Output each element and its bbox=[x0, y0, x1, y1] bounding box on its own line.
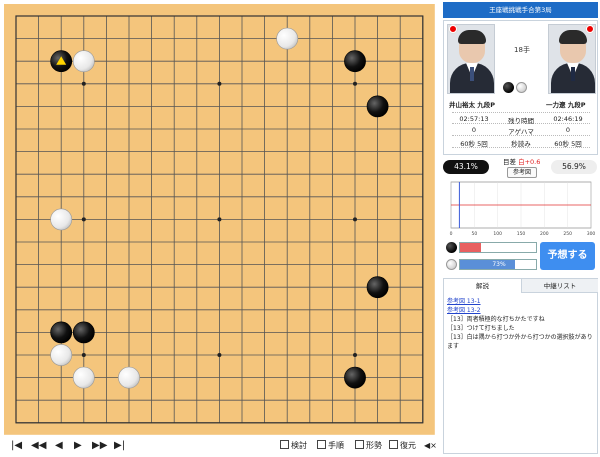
star-point bbox=[353, 217, 357, 222]
star-point bbox=[353, 353, 357, 357]
star-point bbox=[217, 81, 222, 86]
black-winrate: 43.1% bbox=[443, 160, 489, 174]
white-player-name: 一力遼 九段P bbox=[546, 101, 586, 109]
moku-difference: 目差 白+0.6 bbox=[503, 156, 540, 166]
tab-relay-list[interactable]: 中継リスト bbox=[521, 279, 598, 293]
black-stone-icon bbox=[503, 82, 514, 93]
prediction-section: 27% 73% 予想する bbox=[443, 240, 598, 276]
moku-value: 白+0.6 bbox=[518, 158, 541, 166]
graph-tick-label: 0 bbox=[450, 231, 453, 237]
review-toggle[interactable]: 検討 bbox=[280, 440, 307, 452]
players-box: 18手 井山裕太 九段P 一力遼 九段P 02:57:13 残り時間 02:46… bbox=[443, 20, 598, 155]
white-stone[interactable] bbox=[72, 366, 95, 389]
playback-controls: |◀ ◀◀ ◀ ▶ ▶▶ ▶| 検討 手順 形勢 復元 ◀× bbox=[0, 436, 440, 457]
black-stone[interactable] bbox=[50, 321, 73, 344]
agehama-label: アゲハマ bbox=[508, 128, 534, 136]
app-root: |◀ ◀◀ ◀ ▶ ▶▶ ▶| 検討 手順 形勢 復元 ◀× 王座戦挑戦手合第3… bbox=[0, 0, 600, 457]
last-move-button[interactable]: ▶| bbox=[114, 440, 125, 452]
comment-line: ［13］両者積極的な打ちかたですね bbox=[447, 316, 545, 323]
white-winrate: 56.9% bbox=[551, 160, 597, 174]
white-stone-icon bbox=[446, 259, 457, 270]
order-checkbox-icon bbox=[317, 440, 326, 449]
byoyomi-label: 秒読み bbox=[511, 140, 531, 148]
graph-tick-label: 300 bbox=[587, 231, 596, 237]
restore-label: 復元 bbox=[400, 441, 416, 450]
black-stone[interactable] bbox=[366, 276, 389, 299]
star-point bbox=[217, 353, 222, 357]
white-stone[interactable] bbox=[50, 208, 73, 231]
white-player-photo bbox=[548, 24, 596, 94]
japan-flag-icon bbox=[586, 25, 594, 33]
star-point bbox=[217, 217, 222, 222]
player-stats: 02:57:13 残り時間 02:46:19 0 アゲハマ 0 60秒 5回 秒… bbox=[452, 112, 590, 148]
black-player-photo bbox=[447, 24, 495, 94]
black-time-left: 02:57:13 bbox=[459, 115, 489, 123]
black-stone[interactable] bbox=[344, 50, 366, 73]
white-stone[interactable] bbox=[72, 50, 95, 73]
sound-icon[interactable]: ◀× bbox=[424, 440, 437, 452]
move-number: 18手 bbox=[514, 46, 530, 54]
graph-tick-label: 250 bbox=[563, 231, 572, 237]
black-byoyomi: 60秒 5回 bbox=[460, 140, 488, 148]
black-stone[interactable] bbox=[366, 95, 389, 118]
restore-checkbox-icon bbox=[389, 440, 398, 449]
reference-link[interactable]: 参考図 13-2 bbox=[447, 306, 595, 315]
black-stone[interactable] bbox=[72, 321, 95, 344]
comment-line: ［13］白は隅から打つか外から打つかの選択肢があります bbox=[447, 334, 593, 350]
tab-commentary[interactable]: 解説 bbox=[444, 279, 521, 293]
order-label: 手順 bbox=[328, 441, 344, 450]
white-stone[interactable] bbox=[118, 366, 140, 389]
winrate-graph[interactable]: 0 50 100 150 200 250 300 bbox=[445, 180, 597, 238]
black-stone[interactable] bbox=[344, 366, 366, 389]
white-byoyomi: 60秒 5回 bbox=[554, 140, 582, 148]
black-player-name: 井山裕太 九段P bbox=[449, 101, 496, 109]
black-prediction-label: 27% bbox=[492, 244, 506, 251]
forward-ten-button[interactable]: ▶▶ bbox=[92, 440, 107, 452]
go-board-area: |◀ ◀◀ ◀ ▶ ▶▶ ▶| 検討 手順 形勢 復元 ◀× bbox=[0, 0, 440, 457]
white-stone[interactable] bbox=[50, 344, 73, 366]
info-panel: 王座戦挑戦手合第3局 18手 井山裕太 九段P 一力遼 九段P 02:57:13… bbox=[443, 0, 600, 457]
moku-label: 目差 bbox=[503, 158, 516, 166]
white-stone-icon bbox=[516, 82, 527, 93]
restore-toggle[interactable]: 復元 bbox=[389, 440, 416, 452]
reference-diagram-button[interactable]: 参考図 bbox=[507, 167, 537, 178]
order-toggle[interactable]: 手順 bbox=[317, 440, 344, 452]
star-point bbox=[81, 217, 86, 222]
japan-flag-icon bbox=[449, 25, 457, 33]
shape-label: 形勢 bbox=[366, 441, 382, 450]
graph-tick-label: 50 bbox=[471, 231, 477, 237]
star-point bbox=[81, 353, 86, 357]
back-ten-button[interactable]: ◀◀ bbox=[31, 440, 46, 452]
predict-button[interactable]: 予想する bbox=[540, 242, 595, 270]
star-point bbox=[353, 81, 357, 86]
review-label: 検討 bbox=[291, 441, 307, 450]
commentary-box: 解説 中継リスト 参考図 13-1 参考図 13-2 ［13］両者積極的な打ちか… bbox=[443, 278, 598, 454]
go-board[interactable] bbox=[0, 0, 440, 436]
graph-tick-label: 200 bbox=[540, 231, 549, 237]
black-stone-icon bbox=[446, 242, 457, 253]
star-point bbox=[81, 81, 86, 86]
commentary-body: 参考図 13-1 参考図 13-2 ［13］両者積極的な打ちかたですね ［13］… bbox=[447, 297, 595, 351]
forward-button[interactable]: ▶ bbox=[74, 440, 82, 452]
first-move-button[interactable]: |◀ bbox=[11, 440, 22, 452]
reference-link[interactable]: 参考図 13-1 bbox=[447, 297, 595, 306]
shape-toggle[interactable]: 形勢 bbox=[355, 440, 382, 452]
white-agehama: 0 bbox=[565, 126, 571, 134]
graph-tick-label: 100 bbox=[493, 231, 502, 237]
black-agehama: 0 bbox=[471, 126, 477, 134]
white-prediction-bar: 73% bbox=[459, 259, 537, 270]
comment-line: ［13］つけて打ちました bbox=[447, 325, 515, 332]
graph-tick-label: 150 bbox=[517, 231, 526, 237]
white-stone[interactable] bbox=[276, 27, 299, 50]
game-title: 王座戦挑戦手合第3局 bbox=[443, 2, 598, 18]
white-prediction-label: 73% bbox=[492, 261, 506, 268]
black-prediction-bar: 27% bbox=[459, 242, 537, 253]
white-time-left: 02:46:19 bbox=[553, 115, 583, 123]
review-checkbox-icon bbox=[280, 440, 289, 449]
back-button[interactable]: ◀ bbox=[55, 440, 63, 452]
shape-checkbox-icon bbox=[355, 440, 364, 449]
